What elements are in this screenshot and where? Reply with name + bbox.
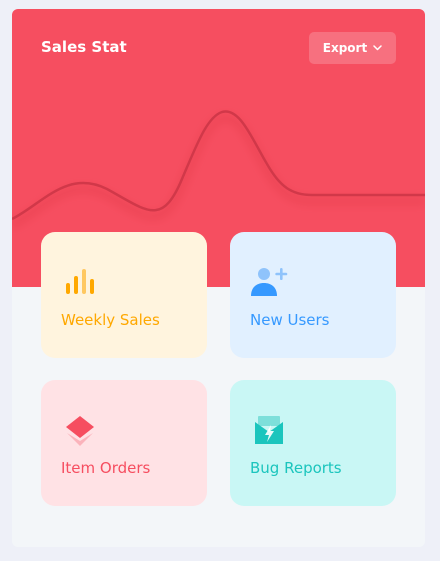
tile-new-users[interactable]: New Users bbox=[230, 232, 396, 358]
add-user-icon bbox=[251, 268, 288, 296]
tile-label: Bug Reports bbox=[250, 459, 342, 477]
tile-label: Item Orders bbox=[61, 459, 151, 477]
layers-icon bbox=[66, 416, 94, 446]
tile-bug-reports[interactable]: Bug Reports bbox=[230, 380, 396, 506]
sales-stat-card: Sales Stat Export Weekly Sales New Users… bbox=[12, 9, 425, 547]
mail-bolt-icon bbox=[255, 416, 283, 444]
chevron-down-icon bbox=[373, 45, 382, 51]
tile-label: Weekly Sales bbox=[61, 311, 160, 329]
export-button-label: Export bbox=[322, 41, 368, 55]
tile-label: New Users bbox=[250, 311, 330, 329]
bar-chart-icon bbox=[66, 269, 94, 294]
export-button[interactable]: Export bbox=[309, 32, 396, 64]
tile-item-orders[interactable]: Item Orders bbox=[41, 380, 207, 506]
sales-trend-wave bbox=[12, 110, 425, 221]
tile-weekly-sales[interactable]: Weekly Sales bbox=[41, 232, 207, 358]
card-title: Sales Stat bbox=[41, 38, 127, 56]
